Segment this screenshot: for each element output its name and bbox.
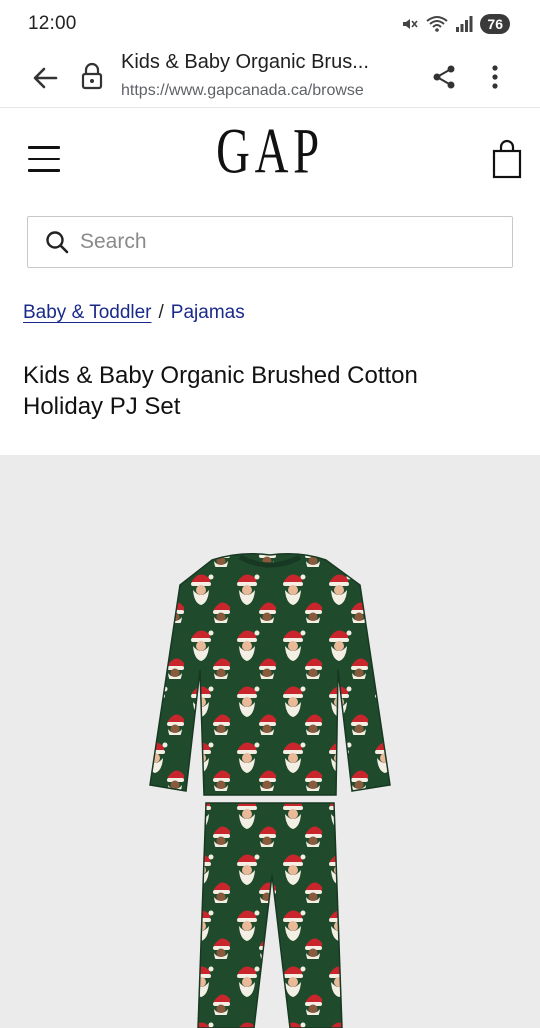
wifi-icon (426, 16, 449, 32)
mute-icon (403, 19, 419, 29)
search-input[interactable] (80, 230, 480, 254)
back-arrow-icon[interactable] (30, 64, 60, 92)
browser-url[interactable]: https://www.gapcanada.ca/browse (121, 82, 411, 100)
more-vert-icon[interactable] (485, 63, 505, 91)
status-bar: 12:00 76 (0, 0, 540, 48)
breadcrumb: Baby & Toddler / Pajamas (23, 302, 245, 324)
signal-icon (456, 16, 473, 32)
breadcrumb-baby-toddler[interactable]: Baby & Toddler (23, 302, 152, 324)
browser-toolbar: Kids & Baby Organic Brus... https://www.… (0, 48, 540, 108)
search-box[interactable] (27, 216, 513, 268)
status-icons: 76 (401, 14, 510, 34)
battery-icon: 76 (480, 14, 510, 34)
product-image[interactable] (0, 455, 540, 1028)
shopping-bag-icon[interactable] (492, 138, 522, 180)
site-header: GAP (0, 108, 540, 208)
pajama-set-image (149, 553, 391, 1028)
lock-icon[interactable] (80, 62, 104, 90)
browser-page-title[interactable]: Kids & Baby Organic Brus... (121, 51, 411, 74)
breadcrumb-separator: / (158, 302, 164, 323)
share-icon[interactable] (430, 63, 458, 91)
product-title: Kids & Baby Organic Brushed Cotton Holid… (23, 362, 418, 420)
breadcrumb-pajamas[interactable]: Pajamas (171, 302, 245, 324)
gap-logo[interactable]: GAP (215, 107, 324, 196)
hamburger-menu-icon[interactable] (28, 146, 60, 174)
status-time: 12:00 (28, 13, 77, 34)
search-icon (46, 231, 69, 254)
